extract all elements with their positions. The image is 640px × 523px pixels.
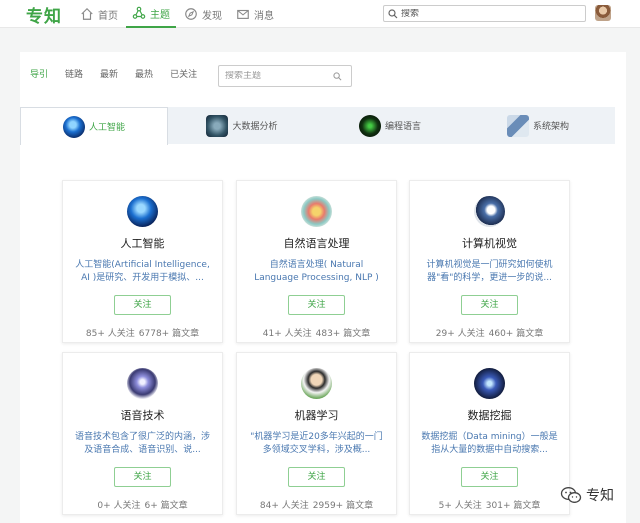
article-count: 6+ 篇文章	[144, 501, 188, 511]
follow-button[interactable]: 关注	[114, 467, 171, 487]
follow-button[interactable]: 关注	[288, 467, 345, 487]
topic-search-input[interactable]	[225, 71, 333, 81]
watermark-text: 专知	[586, 488, 614, 504]
follower-count: 29+ 人关注	[435, 329, 485, 339]
follower-count: 41+ 人关注	[262, 329, 312, 339]
watermark: 专知	[560, 485, 614, 505]
tab-big-data[interactable]: 大数据分析	[168, 107, 316, 144]
topic-card-ml[interactable]: 机器学习 "机器学习是近20多年兴起的一门多领域交叉学科，涉及概... 关注 8…	[236, 352, 397, 515]
topic-network-icon	[132, 6, 146, 19]
topic-search[interactable]	[218, 65, 352, 87]
follow-button[interactable]: 关注	[114, 295, 171, 315]
ai-icon	[62, 115, 85, 138]
topic-description: 自然语言处理( Natural Language Processing, NLP…	[254, 260, 379, 283]
topic-card-dm[interactable]: 数据挖掘 数据挖掘（Data mining）一般是指从大量的数据中自动搜索...…	[409, 352, 570, 515]
computer-vision-icon	[474, 196, 505, 227]
follow-button[interactable]: 关注	[461, 295, 518, 315]
topic-name[interactable]: 数据挖掘	[410, 407, 569, 423]
search-icon[interactable]	[333, 71, 342, 81]
filter-hottest[interactable]: 最热	[135, 68, 153, 82]
compass-icon	[185, 8, 197, 20]
tab-big-data-label: 大数据分析	[232, 122, 278, 132]
tab-architecture-label: 系统架构	[532, 122, 569, 132]
topic-description: 人工智能(Artificial Intelligence, AI )是研究、开发…	[75, 260, 210, 283]
follower-count: 0+ 人关注	[97, 501, 141, 511]
filter-latest[interactable]: 最新	[100, 68, 118, 82]
nlp-icon	[301, 196, 332, 227]
follow-button[interactable]: 关注	[288, 295, 345, 315]
nav-discover[interactable]: 发现	[178, 0, 228, 28]
article-count: 460+ 篇文章	[488, 329, 544, 339]
topic-card-ai[interactable]: 人工智能 人工智能(Artificial Intelligence, AI )是…	[62, 180, 223, 343]
home-icon	[81, 7, 93, 20]
topic-card-cv[interactable]: 计算机视觉 计算机视觉是一门研究如何使机器"看"的科学，更进一步的说... 关注…	[409, 180, 570, 343]
nav-messages-label: 消息	[254, 10, 274, 22]
tab-ai[interactable]: 人工智能	[20, 107, 168, 145]
article-count: 2959+ 篇文章	[312, 501, 374, 511]
topic-description: 语音技术包含了很广泛的内涵，涉及语音合成、语音识别、说...	[74, 432, 210, 455]
topic-filters: 导引 链路 最新 最热 已关注	[30, 68, 214, 82]
speech-icon	[127, 368, 158, 399]
tab-programming-label: 编程语言	[384, 122, 421, 132]
topic-stats: 29+ 人关注 460+ 篇文章	[410, 326, 569, 339]
user-avatar[interactable]	[595, 5, 611, 21]
topic-name[interactable]: 计算机视觉	[410, 235, 569, 251]
nav-messages[interactable]: 消息	[230, 0, 280, 28]
follow-button[interactable]: 关注	[461, 467, 518, 487]
data-mining-icon	[474, 368, 505, 399]
topic-stats: 85+ 人关注 6778+ 篇文章	[63, 326, 222, 339]
programming-icon	[358, 114, 381, 137]
ai-icon	[127, 196, 158, 227]
topic-name[interactable]: 机器学习	[237, 407, 396, 423]
topic-name[interactable]: 自然语言处理	[237, 235, 396, 251]
topic-stats: 0+ 人关注 6+ 篇文章	[63, 498, 222, 511]
tab-architecture[interactable]: 系统架构	[464, 107, 612, 144]
global-search-input[interactable]	[401, 8, 571, 19]
filter-guide[interactable]: 导引	[30, 68, 48, 82]
article-count: 301+ 篇文章	[485, 501, 541, 511]
article-count: 483+ 篇文章	[315, 329, 371, 339]
nav-discover-label: 发现	[202, 10, 222, 22]
category-tabs: 人工智能 大数据分析 编程语言 系统架构	[20, 107, 615, 145]
top-bar: 专知 首页 主题 发现 消息	[0, 0, 640, 28]
filter-links[interactable]: 链路	[65, 68, 83, 82]
follower-count: 5+ 人关注	[438, 501, 482, 511]
topic-name[interactable]: 人工智能	[63, 235, 222, 251]
topic-description: 计算机视觉是一门研究如何使机器"看"的科学，更进一步的说...	[426, 260, 553, 283]
topic-stats: 5+ 人关注 301+ 篇文章	[410, 498, 569, 511]
topic-stats: 41+ 人关注 483+ 篇文章	[237, 326, 396, 339]
topic-description: "机器学习是近20多年兴起的一门多领域交叉学科，涉及概...	[250, 432, 383, 455]
tab-programming[interactable]: 编程语言	[316, 107, 464, 144]
topic-stats: 84+ 人关注 2959+ 篇文章	[237, 498, 396, 511]
wechat-icon	[560, 487, 582, 503]
big-data-icon	[206, 114, 229, 137]
global-search[interactable]	[383, 5, 586, 22]
topic-card-speech[interactable]: 语音技术 语音技术包含了很广泛的内涵，涉及语音合成、语音识别、说... 关注 0…	[62, 352, 223, 515]
filter-followed[interactable]: 已关注	[170, 68, 197, 82]
topic-description: 数据挖掘（Data mining）一般是指从大量的数据中自动搜索...	[421, 432, 558, 455]
nav-home-label: 首页	[98, 10, 118, 22]
article-count: 6778+ 篇文章	[138, 329, 200, 339]
follower-count: 85+ 人关注	[85, 329, 135, 339]
nav-home[interactable]: 首页	[74, 0, 124, 28]
nav-topics-label: 主题	[150, 9, 170, 21]
machine-learning-icon	[301, 368, 332, 399]
mail-icon	[237, 9, 249, 19]
topic-name[interactable]: 语音技术	[63, 407, 222, 423]
main-nav: 首页 主题 发现 消息	[74, 0, 282, 28]
site-logo[interactable]: 专知	[26, 2, 62, 27]
architecture-icon	[506, 114, 529, 137]
nav-topics[interactable]: 主题	[126, 0, 176, 28]
tab-ai-label: 人工智能	[88, 123, 125, 133]
topic-card-nlp[interactable]: 自然语言处理 自然语言处理( Natural Language Processi…	[236, 180, 397, 343]
follower-count: 84+ 人关注	[259, 501, 309, 511]
search-icon	[388, 8, 398, 18]
